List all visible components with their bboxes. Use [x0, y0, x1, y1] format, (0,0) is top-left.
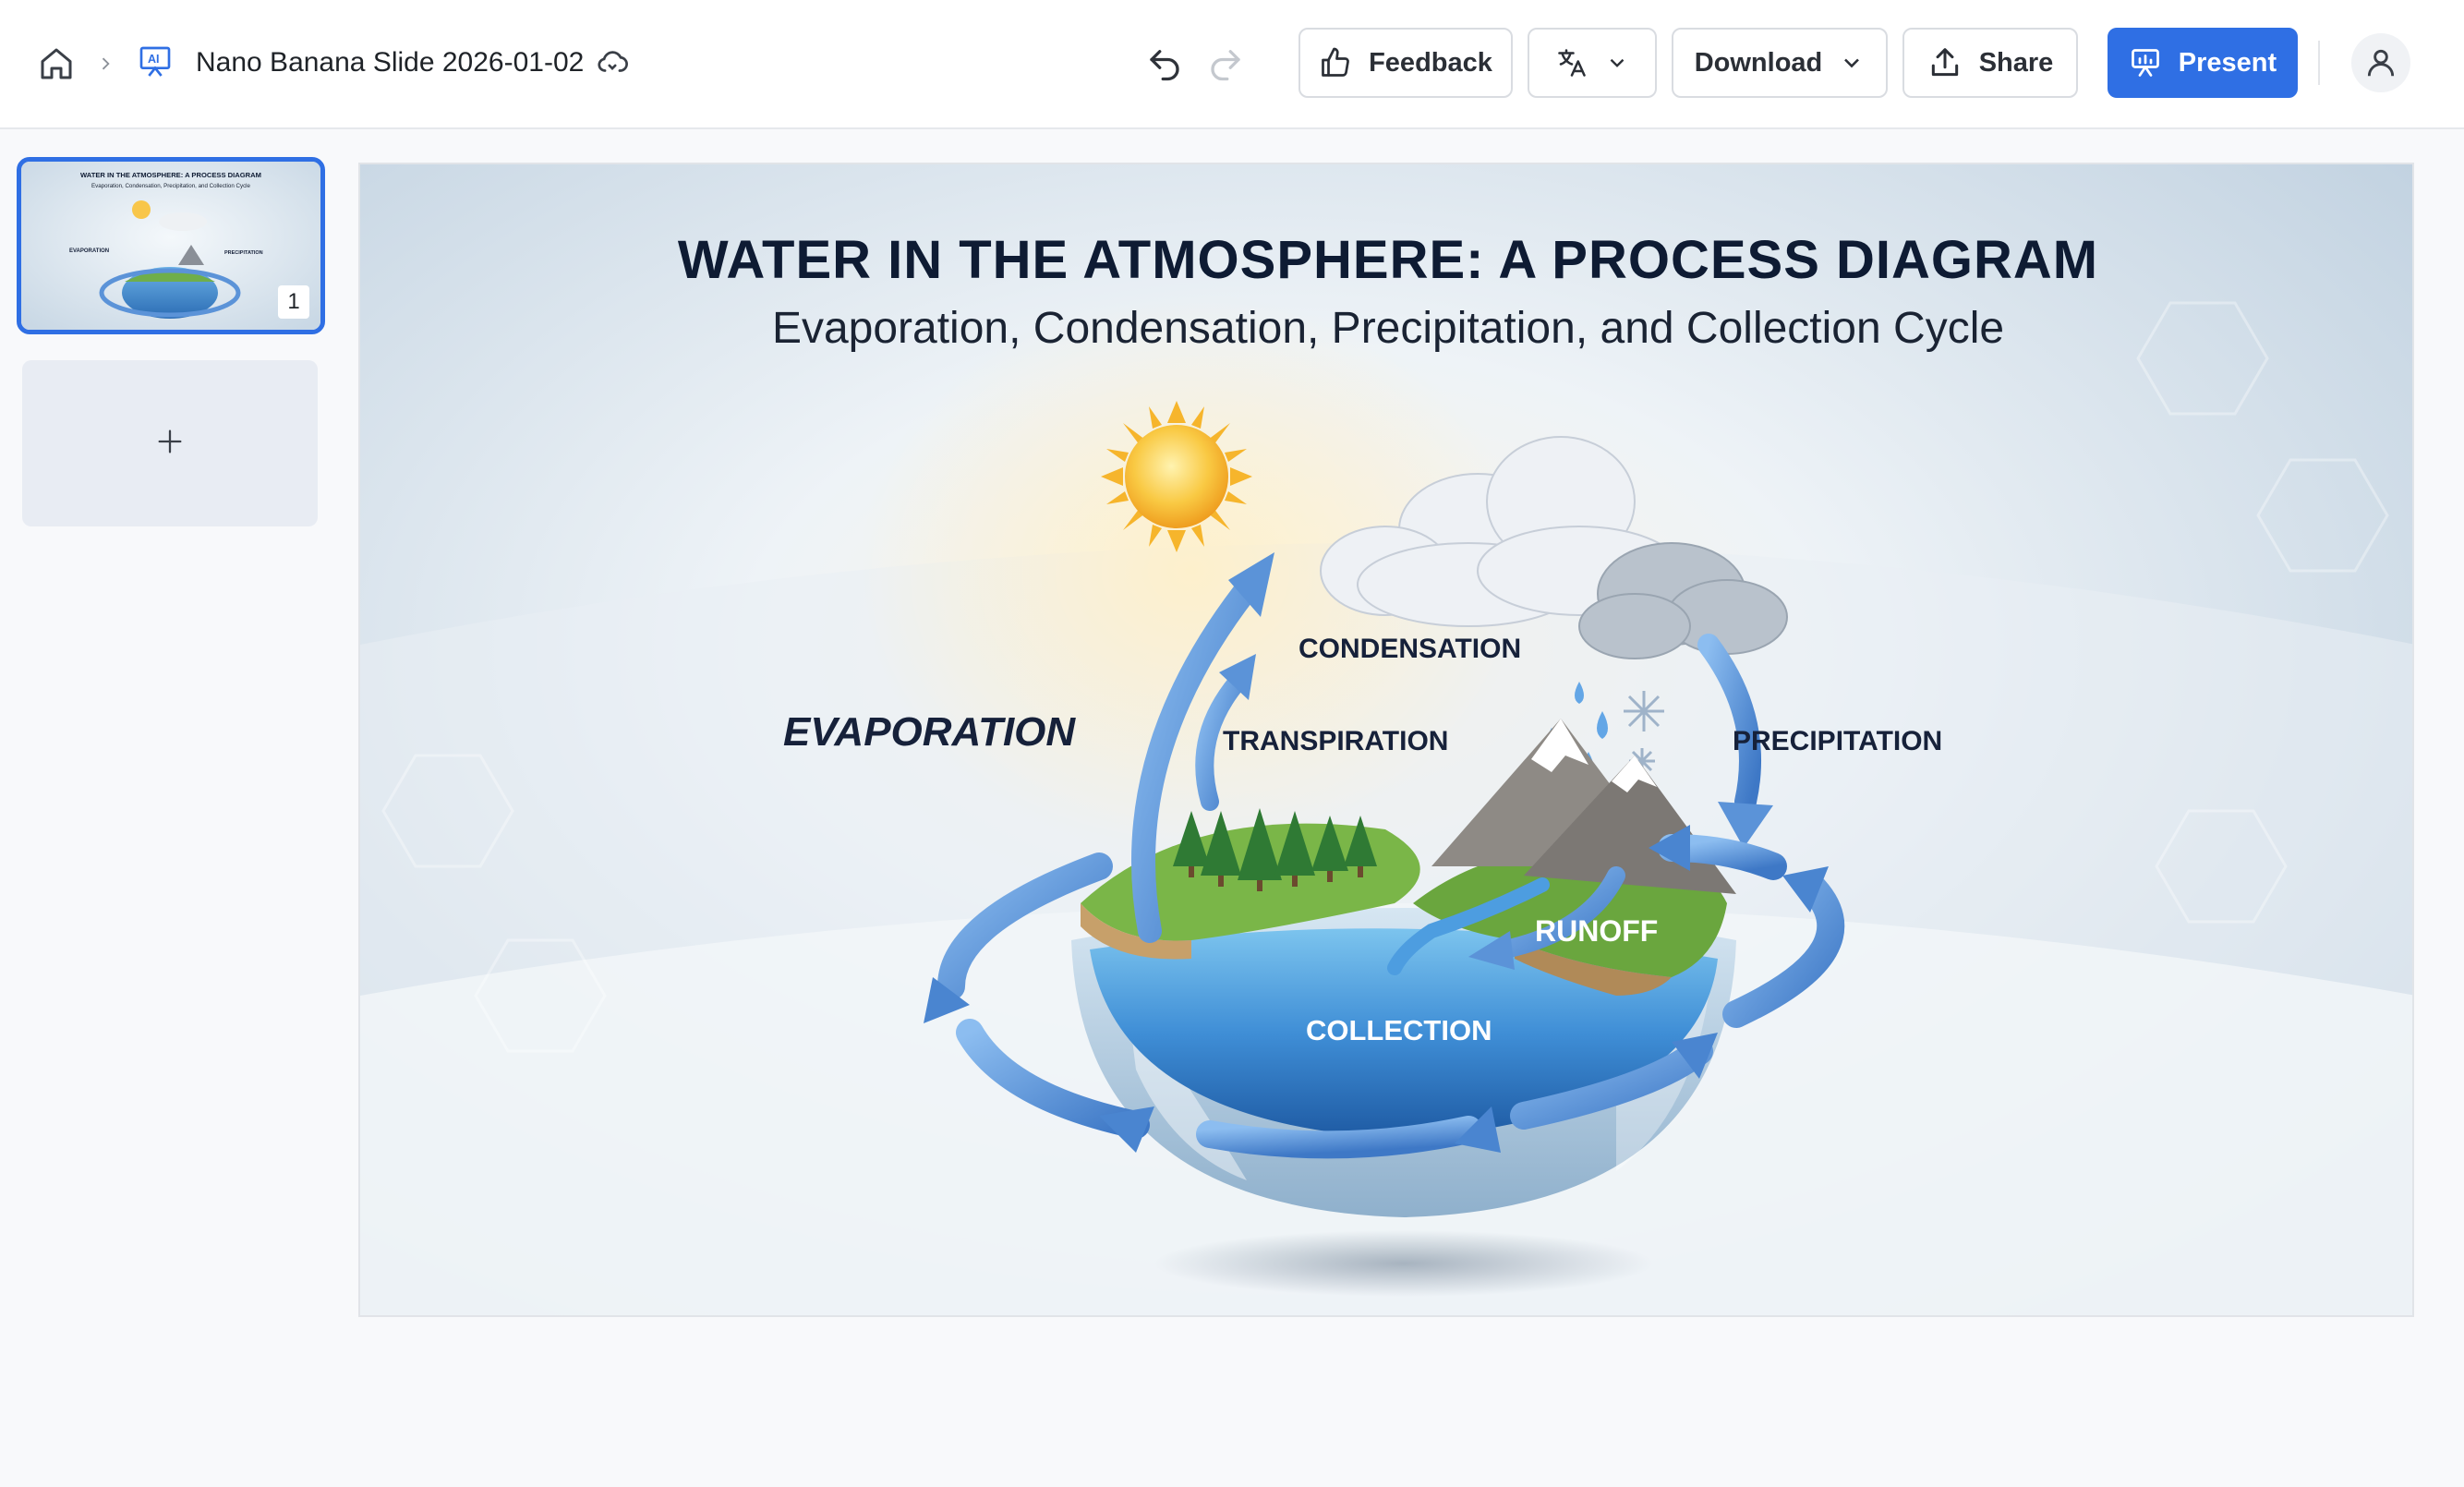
label-transpiration[interactable]: TRANSPIRATION: [1223, 726, 1448, 757]
thumbnail-label-precipitation: PRECIPITATION: [224, 250, 263, 256]
chevron-down-icon: [1605, 51, 1629, 75]
ai-presentation-icon: AI: [135, 41, 175, 83]
svg-text:AI: AI: [148, 53, 160, 66]
undo-icon[interactable]: [1143, 41, 1186, 85]
top-bar: AI Nano Banana Slide 2026-01-02 Feedback…: [0, 0, 2464, 129]
home-icon[interactable]: [35, 42, 78, 85]
label-runoff[interactable]: RUNOFF: [1535, 914, 1658, 949]
slide-canvas[interactable]: WATER IN THE ATMOSPHERE: A PROCESS DIAGR…: [358, 163, 2414, 1317]
chevron-right-icon: [92, 50, 118, 78]
add-slide-button[interactable]: [22, 360, 318, 526]
share-button[interactable]: Share: [1902, 28, 2078, 98]
cloud-sync-icon[interactable]: [593, 42, 632, 81]
thumbnail-label-evaporation: EVAPORATION: [69, 248, 109, 254]
feedback-button-label: Feedback: [1369, 47, 1492, 78]
chevron-down-icon: [1839, 50, 1865, 76]
toolbar-divider: [2318, 41, 2320, 85]
thumbnail-title: WATER IN THE ATMOSPHERE: A PROCESS DIAGR…: [80, 171, 261, 179]
present-button-label: Present: [2178, 47, 2277, 78]
present-button[interactable]: Present: [2108, 28, 2298, 98]
slide-subtitle[interactable]: Evaporation, Condensation, Precipitation…: [360, 303, 2412, 354]
document-title[interactable]: Nano Banana Slide 2026-01-02: [196, 41, 584, 85]
redo-icon[interactable]: [1204, 41, 1247, 85]
label-collection[interactable]: COLLECTION: [1306, 1014, 1492, 1047]
download-button[interactable]: Download: [1672, 28, 1888, 98]
plus-icon: [154, 426, 186, 462]
upload-icon: [1927, 45, 1963, 80]
translate-button[interactable]: [1528, 28, 1657, 98]
label-precipitation[interactable]: PRECIPITATION: [1733, 726, 1942, 757]
slide-thumbnail-1[interactable]: WATER IN THE ATMOSPHERE: A PROCESS DIAGR…: [17, 157, 325, 334]
label-evaporation[interactable]: EVAPORATION: [783, 709, 1075, 756]
slide-number-badge: 1: [278, 285, 309, 319]
slide-thumbnail-preview: WATER IN THE ATMOSPHERE: A PROCESS DIAGR…: [21, 162, 320, 330]
thumbnail-subtitle: Evaporation, Condensation, Precipitation…: [91, 183, 251, 189]
label-condensation[interactable]: CONDENSATION: [1298, 634, 1521, 665]
feedback-button[interactable]: Feedback: [1298, 28, 1513, 98]
thumbs-up-icon: [1319, 46, 1352, 79]
share-button-label: Share: [1978, 47, 2054, 78]
user-icon[interactable]: [2351, 33, 2410, 92]
presentation-icon: [2129, 46, 2162, 79]
slide-title[interactable]: WATER IN THE ATMOSPHERE: A PROCESS DIAGR…: [360, 229, 2412, 291]
translate-icon: [1555, 46, 1588, 79]
download-button-label: Download: [1694, 47, 1823, 78]
